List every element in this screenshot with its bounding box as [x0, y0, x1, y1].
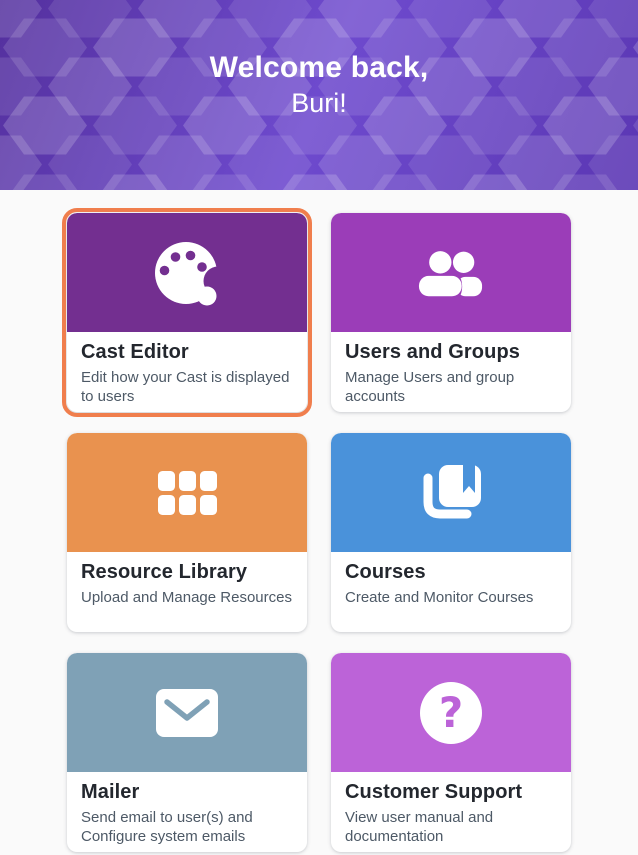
card-title: Cast Editor [81, 341, 189, 363]
card-cast-editor[interactable]: Cast Editor Edit how your Cast is displa… [62, 208, 312, 417]
card-courses-banner [331, 433, 571, 552]
card-cast-editor-body: Cast Editor Edit how your Cast is displa… [67, 332, 307, 406]
card-resource-library-body: Resource Library Upload and Manage Resou… [67, 552, 307, 607]
book-icon [423, 464, 481, 518]
card-description: Create and Monitor Courses [345, 589, 534, 606]
card-mailer-body: Mailer Send email to user(s) and Configu… [67, 772, 307, 846]
welcome-message: Welcome back, Buri! [0, 0, 638, 120]
card-title: Resource Library [81, 561, 248, 583]
card-title: Mailer [81, 781, 140, 803]
users-icon [418, 250, 483, 297]
card-customer-support[interactable]: ? Customer Support View user manual and … [331, 653, 571, 852]
card-mailer-banner [67, 653, 307, 772]
card-description: Manage Users and group accounts [345, 369, 515, 405]
card-title: Customer Support [345, 781, 523, 803]
card-title: Users and Groups [345, 341, 520, 363]
card-description: Upload and Manage Resources [81, 589, 292, 606]
welcome-line: Welcome back, [209, 51, 429, 84]
card-users-and-groups-body: Users and Groups Manage Users and group … [331, 332, 571, 406]
card-customer-support-banner: ? [331, 653, 571, 772]
card-description: View user manual and documentation [345, 809, 494, 845]
card-description: Send email to user(s) and Configure syst… [81, 809, 253, 845]
card-mailer[interactable]: Mailer Send email to user(s) and Configu… [67, 653, 307, 852]
mail-icon [156, 688, 218, 737]
grid-icon [157, 470, 217, 515]
question-icon: ? [420, 681, 482, 744]
card-users-and-groups-banner [331, 213, 571, 332]
card-users-and-groups[interactable]: Users and Groups Manage Users and group … [331, 213, 571, 412]
card-customer-support-body: Customer Support View user manual and do… [331, 772, 571, 846]
card-description: Edit how your Cast is displayed to users [81, 369, 290, 405]
welcome-banner: Welcome back, Buri! [0, 0, 638, 190]
card-courses-body: Courses Create and Monitor Courses [331, 552, 571, 607]
username-line: Buri! [291, 88, 347, 118]
card-cast-editor-banner [67, 213, 307, 332]
card-title: Courses [345, 561, 426, 583]
dashboard-card-grid: Cast Editor Edit how your Cast is displa… [62, 208, 571, 852]
card-resource-library[interactable]: Resource Library Upload and Manage Resou… [67, 433, 307, 632]
card-resource-library-banner [67, 433, 307, 552]
svg-text:?: ? [439, 688, 463, 737]
palette-icon [155, 241, 220, 305]
card-courses[interactable]: Courses Create and Monitor Courses [331, 433, 571, 632]
